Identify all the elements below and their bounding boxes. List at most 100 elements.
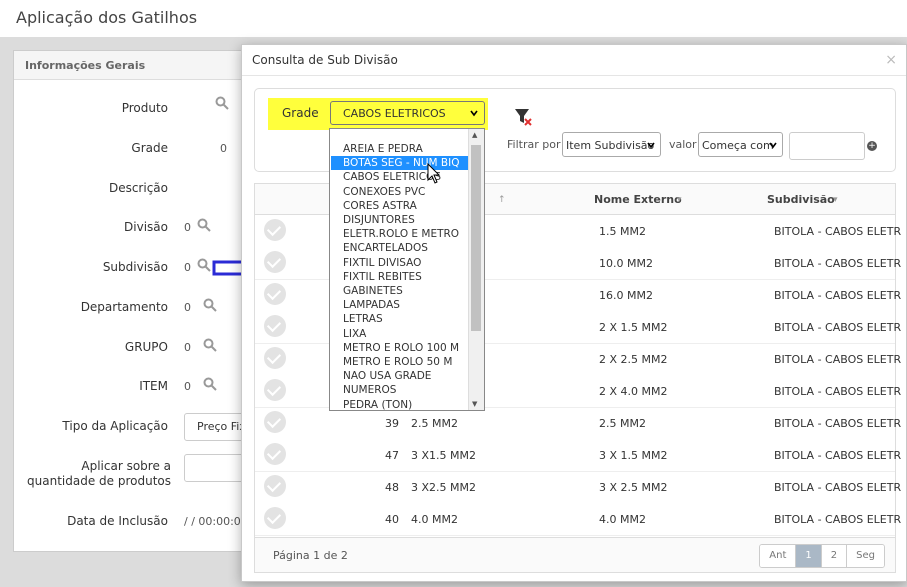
- table-row[interactable]: 48 3 X2.5 MM2 3 X 2.5 MM2 BITOLA - CABOS EL…: [255, 471, 901, 504]
- divisao-value: 0: [184, 221, 191, 234]
- subdivisao-value: 0: [184, 261, 191, 274]
- departamento-label: Departamento: [80, 300, 168, 314]
- dropdown-option[interactable]: LETRAS: [331, 312, 469, 326]
- cell-nome-externo: 2 X 1.5 MM2: [599, 321, 668, 334]
- mouse-cursor-icon: [427, 163, 441, 184]
- page-2-button[interactable]: 2: [821, 545, 848, 567]
- cell-subdivisao: BITOLA - CABOS ELETR: [774, 385, 902, 398]
- dropdown-option[interactable]: METRO E ROLO 50 M: [331, 355, 469, 369]
- page-info: Página 1 de 2: [273, 549, 348, 562]
- cell-nome-externo: 3 X 2.5 MM2: [599, 481, 668, 494]
- add-icon[interactable]: +: [867, 141, 877, 151]
- dropdown-scrollbar[interactable]: ▲ ▼: [468, 129, 484, 410]
- search-icon[interactable]: [203, 338, 217, 352]
- sort-up-icon[interactable]: ↑: [498, 195, 506, 205]
- select-check-icon[interactable]: [264, 475, 286, 497]
- dropdown-option[interactable]: LAMPADAS: [331, 298, 469, 312]
- valor-label: valor: [669, 138, 697, 151]
- chevron-down-icon: [647, 142, 655, 149]
- table-row[interactable]: 40 4.0 MM2 4.0 MM2 BITOLA - CABOS ELETR: [255, 503, 901, 536]
- dropdown-option[interactable]: FIXTIL DIVISAO: [331, 256, 469, 270]
- dropdown-option[interactable]: NUMEROS: [331, 383, 469, 397]
- search-icon[interactable]: [197, 218, 211, 232]
- cell-code: 40: [385, 513, 399, 526]
- close-icon[interactable]: ×: [885, 52, 897, 68]
- dropdown-option[interactable]: GABINETES: [331, 284, 469, 298]
- table-row[interactable]: 39 2.5 MM2 2.5 MM2 BITOLA - CABOS ELETR: [255, 407, 901, 440]
- dropdown-option[interactable]: PEDRA (TON): [331, 398, 469, 410]
- subdivisao-label: Subdivisão: [102, 260, 168, 274]
- dropdown-option[interactable]: DISJUNTORES: [331, 213, 469, 227]
- col-nome-externo[interactable]: Nome Externo: [594, 193, 682, 206]
- cell-subdivisao: BITOLA - CABOS ELETR: [774, 225, 902, 238]
- select-check-icon[interactable]: [264, 315, 286, 337]
- page-title: Aplicação dos Gatilhos: [16, 8, 198, 27]
- prev-page-button[interactable]: Ant: [760, 545, 797, 567]
- data-inclusao-value: / / 00:00:00: [184, 515, 248, 528]
- dropdown-option[interactable]: BOTAS SEG - NUM BIQ: [331, 156, 469, 171]
- select-check-icon[interactable]: [264, 411, 286, 433]
- cell-subdivisao: BITOLA - CABOS ELETR: [774, 289, 902, 302]
- filtrar-select[interactable]: Item Subdivisão: [562, 132, 661, 157]
- dropdown-option[interactable]: METRO E ROLO 100 M: [331, 341, 469, 355]
- valor-input[interactable]: [789, 132, 865, 160]
- search-icon[interactable]: [203, 298, 217, 312]
- valor-select[interactable]: Começa com: [698, 132, 783, 157]
- select-check-icon[interactable]: [264, 251, 286, 273]
- dropdown-option[interactable]: LIXA: [331, 327, 469, 341]
- data-inclusao-label: Data de Inclusão: [67, 514, 168, 528]
- dropdown-option[interactable]: ELETR.ROLO E METRO: [331, 227, 469, 241]
- select-check-icon[interactable]: [264, 219, 286, 241]
- grade-dropdown-list[interactable]: AREIA E PEDRA BOTAS SEG - NUM BIQ CABOS EL…: [329, 128, 485, 411]
- cell-nome-externo: 2 X 4.0 MM2: [599, 385, 668, 398]
- departamento-value: 0: [184, 301, 191, 314]
- filtrar-label: Filtrar por: [507, 138, 561, 151]
- select-check-icon[interactable]: [264, 507, 286, 529]
- dropdown-option[interactable]: AREIA E PEDRA: [331, 142, 469, 156]
- scroll-down-icon[interactable]: ▼: [472, 400, 477, 408]
- cell-subdivisao: BITOLA - CABOS ELETR: [774, 321, 902, 334]
- cell-nome: 3 X1.5 MM2: [411, 449, 477, 462]
- select-check-icon[interactable]: [264, 443, 286, 465]
- scroll-up-icon[interactable]: ▲: [472, 131, 477, 139]
- item-value: 0: [184, 380, 191, 393]
- cell-code: 48: [385, 481, 399, 494]
- sort-icon[interactable]: ▾: [833, 195, 838, 205]
- dropdown-option[interactable]: CONEXOES PVC: [331, 185, 469, 199]
- dropdown-option[interactable]: NAO USA GRADE: [331, 369, 469, 383]
- cell-code: 39: [385, 417, 399, 430]
- dropdown-option[interactable]: CABOS ELETRICOS: [331, 170, 469, 184]
- pagination: Ant 1 2 Seg: [759, 544, 885, 568]
- dropdown-option[interactable]: CORES ASTRA: [331, 199, 469, 213]
- cell-nome-externo: 3 X 1.5 MM2: [599, 449, 668, 462]
- cell-nome-externo: 16.0 MM2: [599, 289, 653, 302]
- page-1-button[interactable]: 1: [796, 545, 822, 567]
- cell-nome: 4.0 MM2: [411, 513, 458, 526]
- cell-nome: 3 X2.5 MM2: [411, 481, 477, 494]
- grade-select[interactable]: CABOS ELETRICOS: [330, 101, 485, 125]
- scrollbar-thumb[interactable]: [471, 145, 481, 331]
- clear-filter-icon[interactable]: [514, 108, 532, 126]
- select-check-icon[interactable]: [264, 283, 286, 305]
- cell-subdivisao: BITOLA - CABOS ELETR: [774, 417, 902, 430]
- table-row[interactable]: 47 3 X1.5 MM2 3 X 1.5 MM2 BITOLA - CABOS EL…: [255, 439, 901, 472]
- cell-subdivisao: BITOLA - CABOS ELETR: [774, 449, 902, 462]
- col-subdivisao[interactable]: Subdivisão: [767, 193, 835, 206]
- search-icon[interactable]: [203, 377, 217, 391]
- next-page-button[interactable]: Seg: [847, 545, 884, 567]
- cell-subdivisao: BITOLA - CABOS ELETR: [774, 353, 902, 366]
- search-icon[interactable]: [215, 96, 229, 110]
- search-icon[interactable]: [197, 258, 211, 272]
- select-check-icon[interactable]: [264, 347, 286, 369]
- cell-nome: 2.5 MM2: [411, 417, 458, 430]
- sort-icon[interactable]: ▾: [677, 195, 682, 205]
- grade-label: Grade: [131, 141, 168, 155]
- cell-code: 47: [385, 449, 399, 462]
- table-footer: Página 1 de 2 Ant 1 2 Seg: [255, 537, 895, 572]
- select-check-icon[interactable]: [264, 379, 286, 401]
- dropdown-option[interactable]: ENCARTELADOS: [331, 241, 469, 255]
- cell-nome-externo: 4.0 MM2: [599, 513, 646, 526]
- dropdown-option[interactable]: FIXTIL REBITES: [331, 270, 469, 284]
- chevron-down-icon: [470, 110, 478, 117]
- grade-value: 0: [220, 142, 227, 155]
